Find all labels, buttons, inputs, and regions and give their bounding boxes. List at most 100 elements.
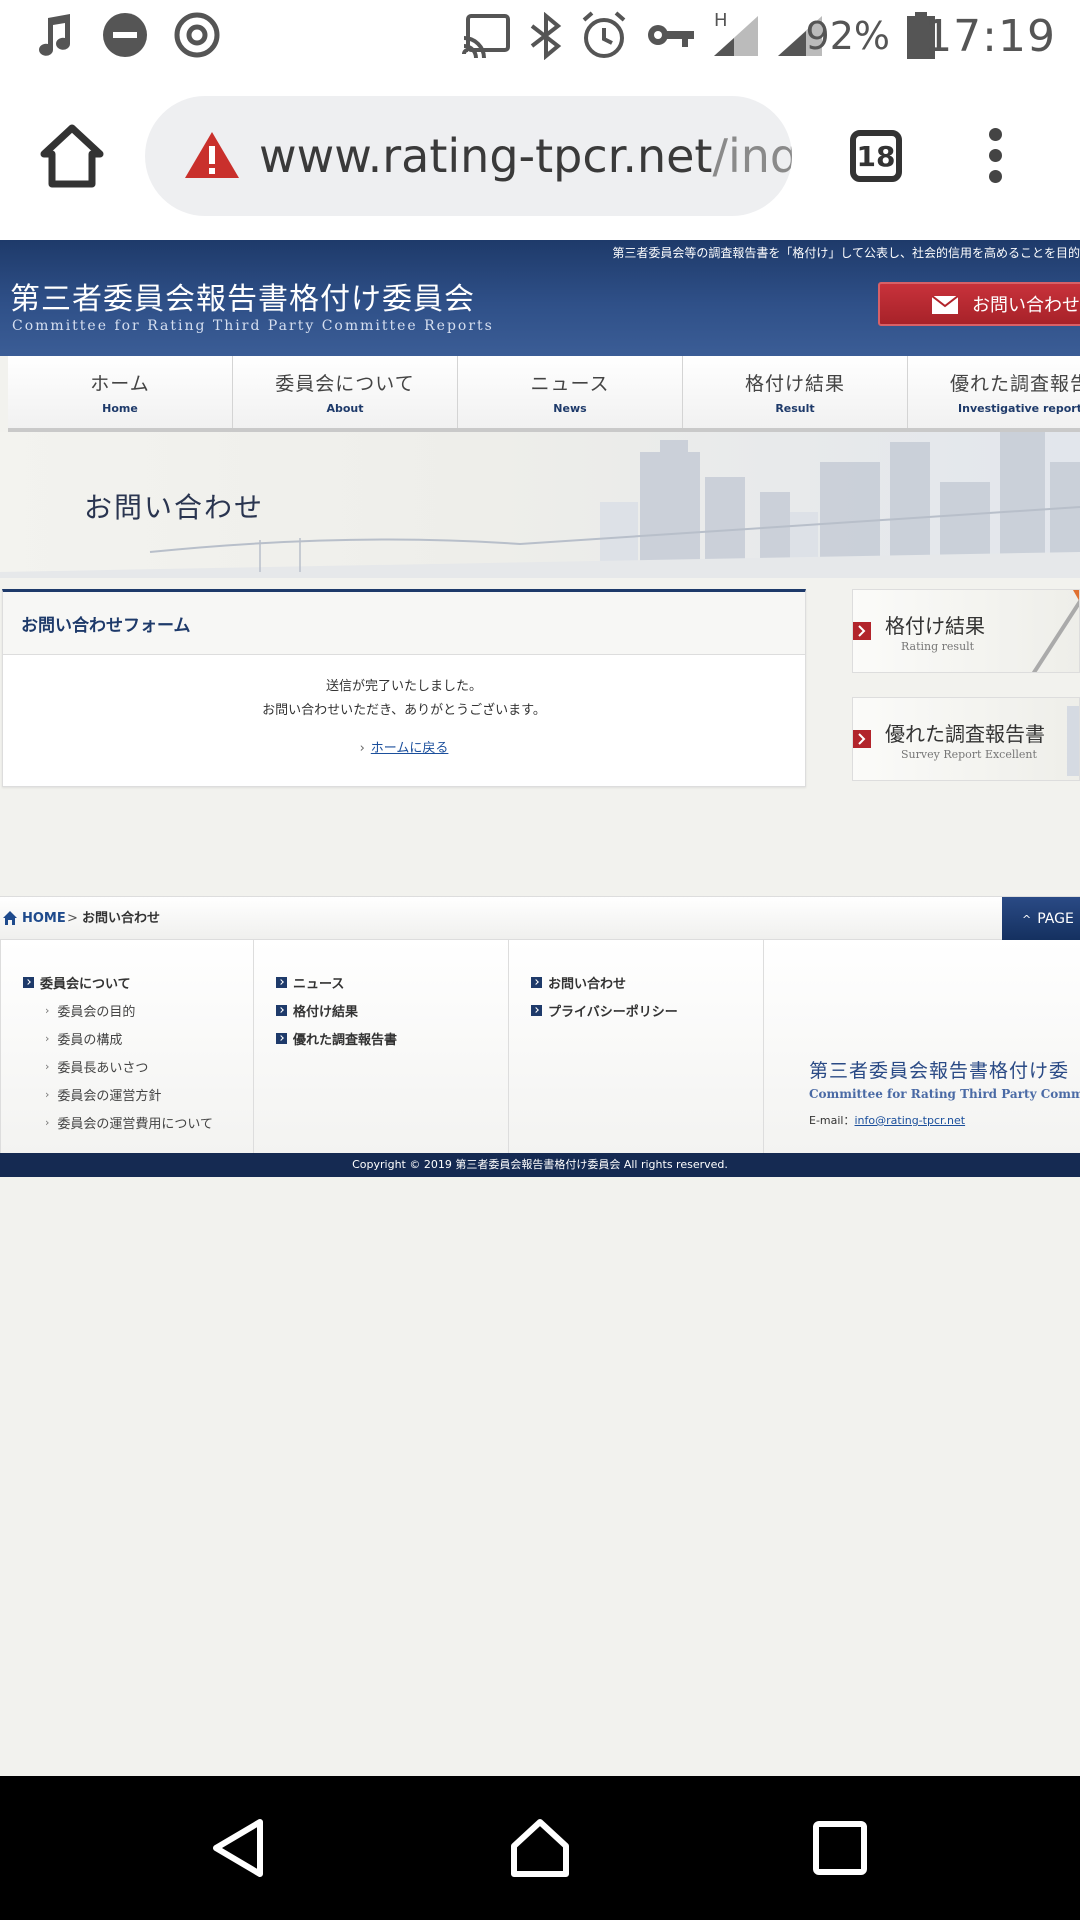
banner-title: 優れた調査報告書 bbox=[885, 722, 1045, 746]
site-tagline: 第三者委員会等の調査報告書を「格付け」して公表し、社会的信用を高めることを目的 bbox=[612, 246, 1080, 260]
page-title: お問い合わせ bbox=[84, 491, 265, 524]
footer-link-privacy[interactable]: プライバシーポリシー bbox=[509, 996, 763, 1024]
footer-email-link[interactable]: info@rating-tpcr.net bbox=[855, 1114, 966, 1127]
footer-link-label: 委員会について bbox=[40, 976, 131, 992]
nav-item-sublabel: News bbox=[553, 402, 587, 415]
excellent-report-banner[interactable]: 優れた調査報告書 Survey Report Excellent bbox=[852, 697, 1080, 781]
nav-item-investigative-report[interactable]: 優れた調査報告 Investigative report bbox=[908, 356, 1080, 428]
clock: 17:19 bbox=[924, 10, 1056, 62]
panel-heading: お問い合わせフォーム bbox=[21, 615, 191, 636]
nav-item-sublabel: Home bbox=[102, 402, 138, 415]
breadcrumb: HOME > お問い合わせ ^ PAGE bbox=[0, 896, 1080, 941]
address-bar[interactable]: www.rating-tpcr.net/inq bbox=[145, 96, 792, 216]
chevron-right-icon bbox=[853, 730, 871, 748]
alarm-icon bbox=[582, 11, 626, 58]
nav-item-sublabel: Result bbox=[775, 402, 815, 415]
footer-sublink[interactable]: › 委員長あいさつ bbox=[1, 1052, 253, 1080]
tab-switcher-button[interactable]: 18 bbox=[850, 130, 902, 182]
bullet-icon bbox=[23, 976, 34, 988]
footer-email: E-mail：info@rating-tpcr.net bbox=[809, 1112, 965, 1128]
nav-item-label: 格付け結果 bbox=[744, 373, 845, 395]
chevron-right-icon: › bbox=[45, 1087, 50, 1101]
rating-result-banner[interactable]: 格付け結果 Rating result bbox=[852, 589, 1080, 673]
bullet-icon bbox=[531, 1004, 542, 1016]
footer-link-excellent-report[interactable]: 優れた調査報告書 bbox=[254, 1024, 508, 1052]
warning-icon[interactable] bbox=[183, 130, 241, 180]
footer-sublink[interactable]: › 委員会の目的 bbox=[1, 996, 253, 1024]
contact-button-label: お問い合わせ bbox=[972, 295, 1080, 316]
mail-icon bbox=[932, 296, 958, 314]
chevron-right-icon: › bbox=[45, 1059, 50, 1073]
footer-link-about[interactable]: 委員会について bbox=[1, 968, 253, 996]
signal-icon bbox=[714, 16, 758, 56]
footer-sublink-label: 委員会の運営費用について bbox=[57, 1116, 214, 1132]
battery-percentage: 92% bbox=[805, 14, 890, 58]
vpn-key-icon bbox=[648, 25, 694, 47]
footer-link-news[interactable]: ニュース bbox=[254, 968, 508, 996]
url-path: /inq bbox=[712, 129, 792, 183]
main-nav: ホーム Home 委員会について About ニュース News 格付け結果 R… bbox=[8, 356, 1080, 432]
bluetooth-icon bbox=[530, 12, 562, 60]
contact-button[interactable]: お問い合わせ bbox=[878, 282, 1080, 326]
banner-subtitle: Survey Report Excellent bbox=[901, 748, 1037, 761]
at-sign-icon bbox=[174, 12, 220, 58]
site-header: 第三者委員会等の調査報告書を「格付け」して公表し、社会的信用を高めることを目的 … bbox=[0, 240, 1080, 356]
footer-nav: 委員会について › 委員会の目的 › 委員の構成 › 委員長あいさつ › 委員会の運営方… bbox=[0, 940, 1080, 1153]
footer-sublink-label: 委員会の運営方針 bbox=[57, 1088, 162, 1104]
banner-subtitle: Rating result bbox=[901, 640, 975, 653]
footer-logo-en: Committee for Rating Third Party Committ… bbox=[809, 1087, 1080, 1101]
music-note-icon bbox=[39, 14, 70, 56]
footer-sublink-label: 委員会の目的 bbox=[57, 1004, 136, 1020]
site-logo-en[interactable]: Committee for Rating Third Party Committ… bbox=[12, 318, 494, 334]
chevron-right-icon: › bbox=[45, 1031, 50, 1045]
pen-image bbox=[1031, 590, 1079, 672]
footer-sublink[interactable]: › 委員会の運営費用について bbox=[1, 1108, 253, 1136]
breadcrumb-home-link[interactable]: HOME bbox=[22, 897, 66, 941]
footer-sublink-label: 委員長あいさつ bbox=[57, 1060, 149, 1076]
footer-link-result[interactable]: 格付け結果 bbox=[254, 996, 508, 1024]
page-top-button[interactable]: ^ PAGE bbox=[1002, 897, 1080, 941]
footer-link-label: 優れた調査報告書 bbox=[293, 1032, 398, 1048]
chevron-right-icon bbox=[853, 622, 871, 640]
nav-item-result[interactable]: 格付け結果 Result bbox=[683, 356, 908, 428]
footer-link-label: お問い合わせ bbox=[548, 976, 627, 992]
menu-icon[interactable] bbox=[985, 128, 1005, 184]
bullet-icon bbox=[531, 976, 542, 988]
document-image bbox=[1067, 706, 1079, 776]
footer-link-label: ニュース bbox=[293, 976, 345, 992]
url-text[interactable]: www.rating-tpcr.net/inq bbox=[259, 96, 792, 216]
breadcrumb-current: お問い合わせ bbox=[82, 911, 161, 926]
contact-form-panel: お問い合わせフォーム 送信が完了いたしました。 お問い合わせいただき、ありがとう… bbox=[2, 589, 806, 787]
footer-sublink-label: 委員の構成 bbox=[57, 1032, 123, 1048]
home-icon[interactable] bbox=[36, 120, 108, 192]
footer-logo-jp: 第三者委員会報告書格付け委 bbox=[809, 1060, 1070, 1082]
nav-item-label: 委員会について bbox=[275, 373, 415, 395]
panel-body: 送信が完了いたしました。 お問い合わせいただき、ありがとうございます。 › ホーム… bbox=[3, 655, 805, 761]
breadcrumb-separator: > bbox=[67, 911, 78, 926]
panel-header: お問い合わせフォーム bbox=[3, 592, 805, 655]
site-logo-jp[interactable]: 第三者委員会報告書格付け委員会 bbox=[10, 274, 475, 318]
recents-icon[interactable] bbox=[808, 1816, 872, 1880]
nav-item-label: ホーム bbox=[90, 373, 150, 395]
footer-column-about: 委員会について › 委員会の目的 › 委員の構成 › 委員長あいさつ › 委員会の運営方… bbox=[0, 940, 254, 1153]
back-to-home-label: ホームに戻る bbox=[370, 741, 449, 756]
page-hero: お問い合わせ bbox=[0, 432, 1080, 578]
nav-item-sublabel: About bbox=[326, 402, 364, 415]
home-icon[interactable] bbox=[508, 1816, 572, 1880]
bullet-icon bbox=[276, 976, 287, 988]
success-message-line2: お問い合わせいただき、ありがとうございます。 bbox=[262, 703, 546, 718]
nav-item-home[interactable]: ホーム Home bbox=[8, 356, 233, 428]
footer-link-contact[interactable]: お問い合わせ bbox=[509, 968, 763, 996]
do-not-disturb-icon bbox=[103, 13, 147, 57]
system-nav-bar bbox=[0, 1776, 1080, 1920]
footer-email-label: E-mail： bbox=[809, 1114, 855, 1127]
footer-sublink[interactable]: › 委員会の運営方針 bbox=[1, 1080, 253, 1108]
browser-toolbar: www.rating-tpcr.net/inq 18 bbox=[0, 72, 1080, 240]
url-host: www.rating-tpcr.net bbox=[259, 129, 713, 183]
back-to-home-link[interactable]: › ホームに戻る bbox=[360, 737, 449, 761]
footer-link-label: プライバシーポリシー bbox=[548, 1004, 678, 1020]
nav-item-news[interactable]: ニュース News bbox=[458, 356, 683, 428]
footer-sublink[interactable]: › 委員の構成 bbox=[1, 1024, 253, 1052]
nav-item-about[interactable]: 委員会について About bbox=[233, 356, 458, 428]
back-icon[interactable] bbox=[208, 1816, 272, 1880]
